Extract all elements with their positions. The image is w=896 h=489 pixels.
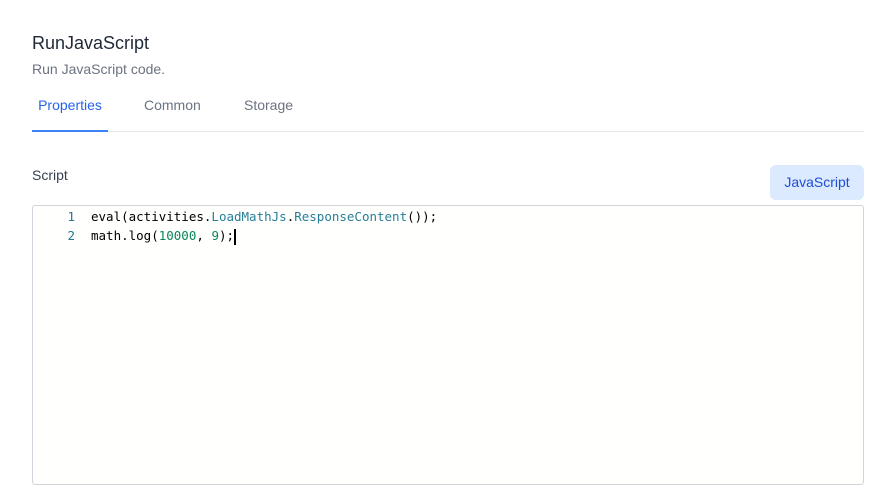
code-token: eval(activities. [91,209,212,224]
code-token: ResponseContent [294,209,408,224]
code-token: 10000 [158,228,197,243]
code-line: eval(activities.LoadMathJs.ResponseConte… [91,207,853,226]
code-token: math.log( [91,228,159,243]
tab-storage[interactable]: Storage [244,86,293,132]
code-token: , [196,228,212,243]
code-token: ); [218,228,235,243]
tab-common[interactable]: Common [144,86,201,132]
line-number: 2 [67,228,75,243]
tab-bar: Properties Common Storage [32,86,864,132]
line-number: 1 [67,209,75,224]
code-token: 9 [211,228,219,243]
code-editor[interactable]: 1 2 eval(activities.LoadMathJs.ResponseC… [32,205,864,485]
text-cursor [234,228,237,245]
tab-properties[interactable]: Properties [32,86,108,132]
code-token: ()); [407,209,438,224]
page-subtitle: Run JavaScript code. [32,61,166,77]
code-line: math.log(10000, 9); [91,226,853,245]
page-title: RunJavaScript [32,33,150,53]
activity-properties-panel: RunJavaScript Run JavaScript code. Prope… [0,0,896,489]
script-label: Script [32,167,68,183]
code-token: LoadMathJs [211,209,287,224]
language-selector-button[interactable]: JavaScript [770,165,864,200]
line-number-gutter: 1 2 [33,207,83,245]
code-content[interactable]: eval(activities.LoadMathJs.ResponseConte… [91,207,853,245]
